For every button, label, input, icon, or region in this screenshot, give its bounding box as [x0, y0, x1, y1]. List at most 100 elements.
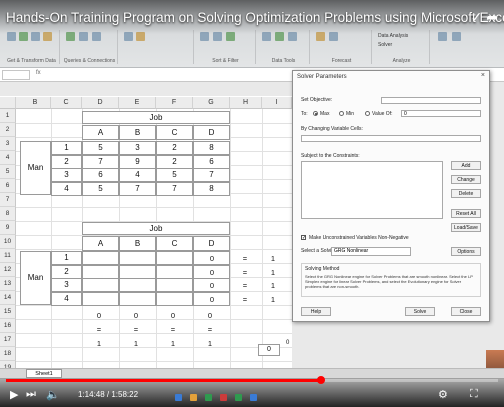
table1-job-col[interactable]: C [156, 125, 193, 140]
solve-button[interactable]: Solve [405, 307, 435, 316]
table2-man-label[interactable]: Man [20, 251, 51, 305]
method-select[interactable]: GRG Nonlinear [331, 247, 411, 256]
column-header[interactable]: C [51, 97, 82, 109]
table1-cost-cell[interactable]: 5 [156, 168, 193, 182]
row-header[interactable]: 2 [0, 123, 16, 137]
decision-cell[interactable] [82, 251, 119, 265]
column-header[interactable]: D [82, 97, 119, 109]
table1-man-number[interactable]: 1 [51, 141, 82, 155]
table1-cost-cell[interactable]: 4 [119, 168, 156, 182]
row-header[interactable]: 9 [0, 221, 16, 235]
set-objective-input[interactable] [381, 97, 481, 104]
table2-job-col[interactable]: A [82, 236, 119, 251]
select-all-corner[interactable] [0, 97, 16, 109]
table1-job-col[interactable]: D [193, 125, 230, 140]
table1-job-header[interactable]: Job [82, 111, 230, 124]
close-button[interactable]: Close [451, 307, 481, 316]
reset-all-button[interactable]: Reset All [451, 209, 481, 218]
sheet-tab[interactable]: Sheet1 [26, 369, 62, 378]
table1-cost-cell[interactable]: 5 [82, 181, 119, 196]
nonneg-checkbox[interactable]: ✓ [301, 235, 306, 241]
column-header[interactable]: I [262, 97, 292, 109]
share-icon[interactable]: ✓ ➦ [471, 9, 498, 26]
decision-cell[interactable] [119, 264, 156, 279]
column-header[interactable]: G [193, 97, 230, 109]
table1-cost-cell[interactable]: 7 [193, 168, 230, 182]
row-header[interactable]: 10 [0, 235, 16, 249]
taskbar-app-icon[interactable] [220, 394, 227, 401]
table1-cost-cell[interactable]: 2 [156, 154, 193, 169]
column-header[interactable]: H [230, 97, 262, 109]
name-box[interactable] [2, 70, 30, 80]
row-header[interactable]: 7 [0, 193, 16, 207]
table1-man-number[interactable]: 3 [51, 168, 82, 182]
taskbar-app-icon[interactable] [205, 394, 212, 401]
decision-cell[interactable] [82, 278, 119, 292]
table1-cost-cell[interactable]: 3 [119, 141, 156, 155]
decision-cell[interactable] [119, 291, 156, 306]
table1-cost-cell[interactable]: 5 [82, 141, 119, 155]
table2-job-header[interactable]: Job [82, 222, 230, 235]
decision-cell[interactable] [119, 251, 156, 265]
close-icon[interactable]: × [481, 72, 485, 79]
radio-max[interactable] [313, 111, 318, 116]
table2-job-col[interactable]: B [119, 236, 156, 251]
table1-cost-cell[interactable]: 6 [82, 168, 119, 182]
table1-cost-cell[interactable]: 9 [119, 154, 156, 169]
table1-man-number[interactable]: 4 [51, 181, 82, 196]
table1-cost-cell[interactable]: 7 [119, 181, 156, 196]
change-button[interactable]: Change [451, 175, 481, 184]
decision-cell[interactable] [156, 251, 193, 265]
table1-cost-cell[interactable]: 7 [82, 154, 119, 169]
row-header[interactable]: 5 [0, 165, 16, 179]
table1-cost-cell[interactable]: 8 [193, 141, 230, 155]
taskbar-app-icon[interactable] [250, 394, 257, 401]
taskbar-app-icon[interactable] [190, 394, 197, 401]
table1-cost-cell[interactable]: 6 [193, 154, 230, 169]
changing-cells-input[interactable] [301, 135, 481, 142]
row-header[interactable]: 14 [0, 291, 16, 305]
decision-cell[interactable] [82, 264, 119, 279]
table1-man-number[interactable]: 2 [51, 154, 82, 169]
table1-cost-cell[interactable]: 2 [156, 141, 193, 155]
solver-button[interactable]: Solver [378, 42, 392, 48]
row-header[interactable]: 16 [0, 319, 16, 333]
volume-icon[interactable]: 🔈 [46, 388, 60, 401]
table2-job-col[interactable]: C [156, 236, 193, 251]
fullscreen-icon[interactable]: ⛶ [470, 388, 478, 401]
table2-job-col[interactable]: D [193, 236, 230, 251]
video-title[interactable]: Hands-On Training Program on Solving Opt… [6, 10, 504, 25]
value-of-input[interactable]: 0 [401, 110, 481, 117]
table2-man-number[interactable]: 4 [51, 291, 82, 306]
play-icon[interactable]: ▶ [10, 388, 18, 401]
row-header[interactable]: 4 [0, 151, 16, 165]
row-header[interactable]: 13 [0, 277, 16, 291]
objective-cell[interactable]: 0 [258, 344, 280, 356]
decision-cell[interactable] [82, 291, 119, 306]
radio-value-of[interactable] [365, 111, 370, 116]
column-header[interactable]: E [119, 97, 156, 109]
table1-cost-cell[interactable]: 8 [193, 181, 230, 196]
row-header[interactable]: 6 [0, 179, 16, 193]
table1-job-col[interactable]: B [119, 125, 156, 140]
table1-man-label[interactable]: Man [20, 141, 51, 195]
table1-job-col[interactable]: A [82, 125, 119, 140]
delete-button[interactable]: Delete [451, 189, 481, 198]
progress-knob[interactable] [316, 376, 325, 384]
table2-man-number[interactable]: 2 [51, 264, 82, 279]
row-header[interactable]: 17 [0, 333, 16, 347]
row-header[interactable]: 11 [0, 249, 16, 263]
options-button[interactable]: Options [451, 247, 481, 256]
decision-cell[interactable] [156, 264, 193, 279]
row-header[interactable]: 15 [0, 305, 16, 319]
decision-cell[interactable] [119, 278, 156, 292]
next-icon[interactable]: ⏭ [26, 388, 36, 401]
load-save-button[interactable]: Load/Save [451, 223, 481, 232]
row-header[interactable]: 12 [0, 263, 16, 277]
taskbar-app-icon[interactable] [235, 394, 242, 401]
decision-cell[interactable] [156, 278, 193, 292]
row-header[interactable]: 8 [0, 207, 16, 221]
row-header[interactable]: 1 [0, 109, 16, 123]
radio-min[interactable] [339, 111, 344, 116]
column-header[interactable]: F [156, 97, 193, 109]
